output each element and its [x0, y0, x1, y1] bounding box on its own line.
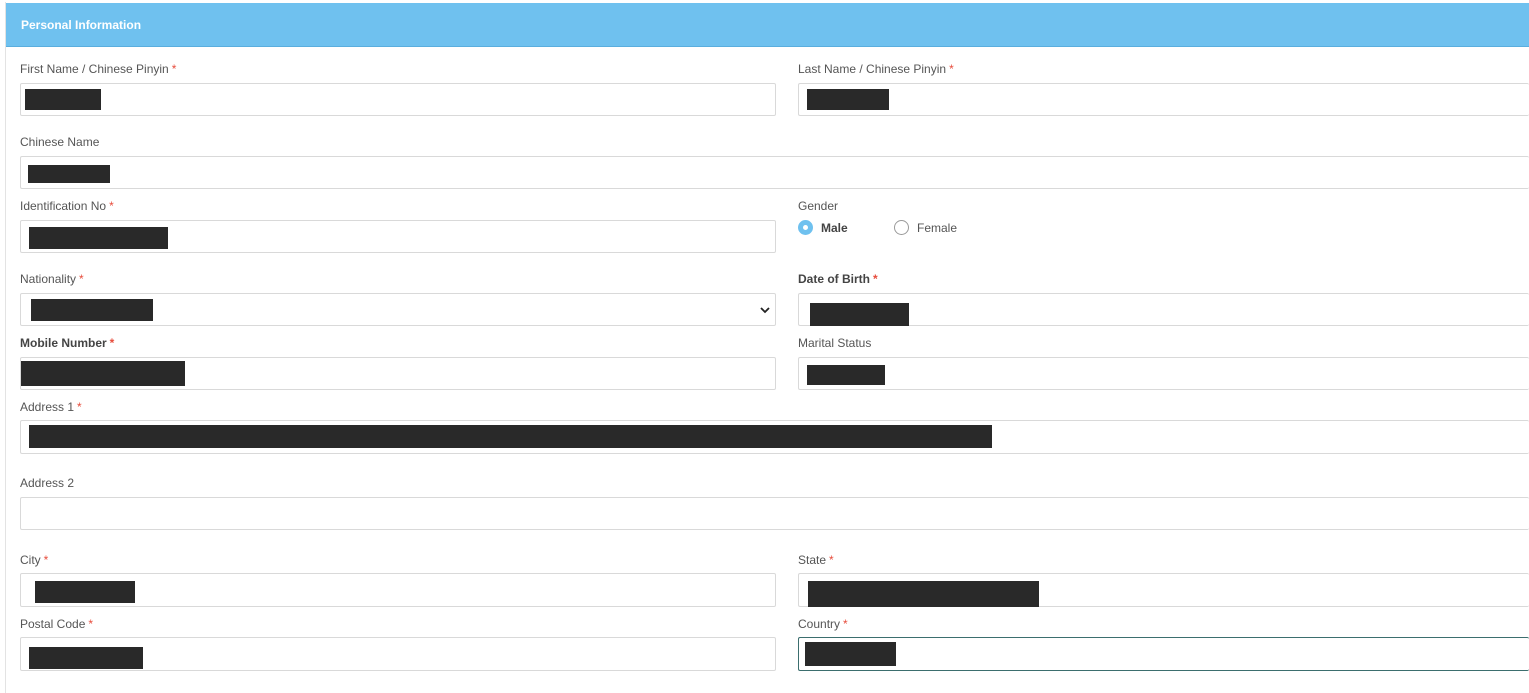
date-of-birth-input[interactable] [798, 293, 1529, 326]
first-name-label: First Name / Chinese Pinyin * [20, 62, 177, 76]
redacted-value [25, 89, 101, 110]
date-of-birth-label: Date of Birth * [798, 272, 878, 286]
last-name-label: Last Name / Chinese Pinyin * [798, 62, 954, 76]
marital-status-label: Marital Status [798, 336, 872, 350]
state-label: State * [798, 553, 834, 567]
chinese-name-label: Chinese Name [20, 135, 100, 149]
redacted-value [805, 642, 896, 666]
gender-female-label[interactable]: Female [917, 221, 957, 235]
mobile-number-input[interactable] [20, 357, 776, 390]
nationality-select[interactable] [20, 293, 776, 326]
redacted-value [28, 165, 110, 183]
state-input[interactable] [798, 573, 1529, 607]
panel-title: Personal Information [21, 18, 142, 32]
address1-input[interactable] [20, 420, 1529, 454]
mobile-number-label: Mobile Number * [20, 336, 115, 350]
redacted-value [29, 647, 143, 669]
identification-no-input[interactable] [20, 220, 776, 253]
chinese-name-input[interactable] [20, 156, 1529, 189]
redacted-value [810, 303, 909, 326]
marital-status-input[interactable] [798, 357, 1529, 390]
gender-male-radio[interactable] [798, 220, 813, 235]
address2-input[interactable] [20, 497, 1529, 530]
city-label: City * [20, 553, 49, 567]
redacted-value [807, 89, 889, 110]
redacted-value [29, 227, 168, 249]
chevron-down-icon [760, 307, 770, 314]
address2-label: Address 2 [20, 476, 75, 490]
redacted-value [29, 425, 992, 448]
country-label: Country * [798, 617, 848, 631]
identification-no-label: Identification No * [20, 199, 114, 213]
gender-female-radio[interactable] [894, 220, 909, 235]
postal-code-label: Postal Code * [20, 617, 94, 631]
country-input[interactable] [798, 637, 1529, 671]
redacted-value [807, 365, 885, 385]
redacted-value [35, 581, 135, 603]
redacted-value [31, 299, 153, 321]
panel-header: Personal Information [6, 3, 1529, 47]
postal-code-input[interactable] [20, 637, 776, 671]
city-input[interactable] [20, 573, 776, 607]
nationality-label: Nationality * [20, 272, 84, 286]
last-name-input[interactable] [798, 83, 1529, 116]
redacted-value [21, 361, 185, 386]
address1-label: Address 1 * [20, 400, 82, 414]
gender-male-label[interactable]: Male [821, 221, 848, 235]
gender-label: Gender [798, 199, 839, 213]
first-name-input[interactable] [20, 83, 776, 116]
redacted-value [808, 581, 1039, 607]
